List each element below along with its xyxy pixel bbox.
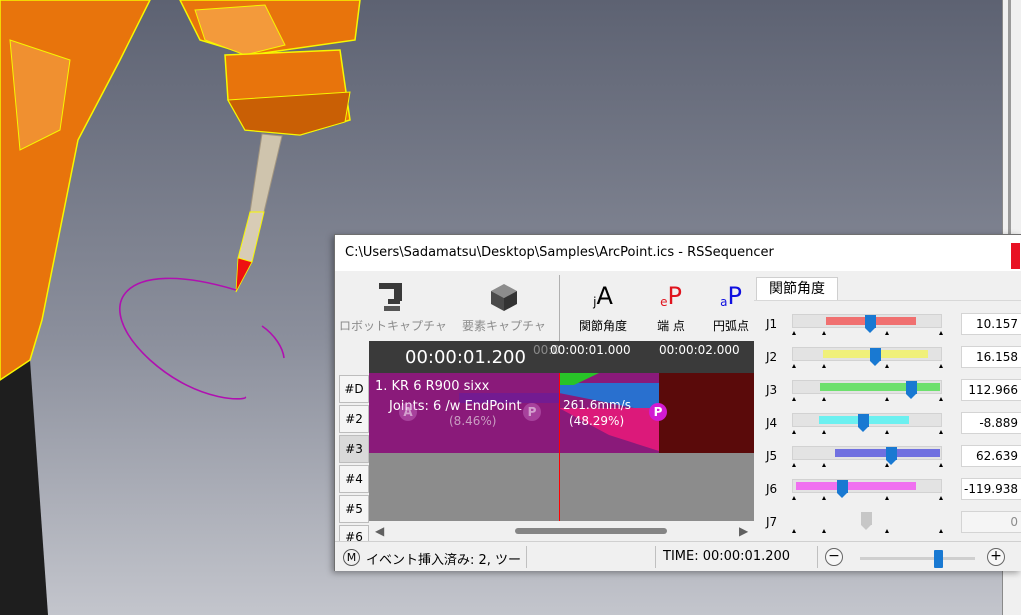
arc-point-label: 円弧点: [712, 319, 749, 333]
arc-path-curve: [119, 277, 246, 400]
robot-flange-shadow: [227, 91, 351, 136]
element-capture-label: 要素キャプチャ: [462, 319, 546, 333]
joint-slider-j7: [792, 512, 942, 530]
current-time: 00:00:01.200: [405, 347, 526, 368]
arc-path-tail: [261, 325, 285, 359]
toolbar: ロボットキャプチャ 要素キャプチャ jA 関節角度 eP 端 点 aP 円弧点: [335, 271, 755, 341]
row-button-d[interactable]: #D: [339, 375, 369, 403]
end-point-label: 端 点: [657, 319, 685, 333]
joint-limit-ticks: [792, 496, 943, 502]
timeline-panel: 00:00:01.200 00:0 00:00:01.000 00:00:02.…: [335, 341, 755, 543]
arc-point-button[interactable]: aP 円弧点: [707, 271, 755, 341]
joint-slider-j3[interactable]: [792, 380, 942, 399]
ghost-point-marker: P: [523, 403, 541, 421]
scroll-left-icon[interactable]: ◀: [375, 524, 384, 538]
joint-value-field[interactable]: 16.158: [961, 346, 1021, 368]
ruler-tick-2: 00:00:02.000: [659, 343, 740, 357]
joint-row-j6: J6 -119.938: [754, 472, 1021, 505]
horizontal-scrollbar[interactable]: ◀ ▶: [369, 521, 754, 541]
playhead[interactable]: [559, 373, 560, 521]
close-button[interactable]: [1011, 243, 1020, 269]
joint-row-j7: J7 0: [754, 505, 1021, 538]
point-marker[interactable]: P: [649, 403, 667, 421]
window-title[interactable]: C:\Users\Sadamatsu\Desktop\Samples\ArcPo…: [335, 235, 1021, 271]
scroll-thumb[interactable]: [515, 528, 667, 534]
rssequencer-window[interactable]: C:\Users\Sadamatsu\Desktop\Samples\ArcPo…: [334, 234, 1021, 571]
joint-row-j5: J5 62.639: [754, 439, 1021, 472]
zoom-out-button[interactable]: −: [825, 548, 843, 566]
joint-range-fill: [796, 482, 916, 490]
joint-slider-j6[interactable]: [792, 479, 942, 498]
toolbar-separator: [559, 275, 560, 343]
joint-label: J1: [766, 317, 778, 331]
joint-row-j1: J1 10.157: [754, 307, 1021, 340]
joint-label: J7: [766, 515, 778, 529]
robot-capture-label: ロボットキャプチャ: [339, 319, 447, 333]
joint-row-j4: J4 -8.889: [754, 406, 1021, 439]
joint-row-j3: J3 112.966: [754, 373, 1021, 406]
joint-slider-j1[interactable]: [792, 314, 942, 333]
joint-value-field[interactable]: 112.966: [961, 379, 1021, 401]
joint-value-field[interactable]: -119.938: [961, 478, 1021, 500]
ghost-arc-marker: A: [399, 403, 417, 421]
joint-limit-ticks: [792, 331, 943, 337]
robot-base-shape: [0, 360, 48, 615]
scroll-right-icon[interactable]: ▶: [739, 524, 748, 538]
zoom-slider-thumb[interactable]: [934, 550, 943, 568]
joint-limit-ticks: [792, 364, 943, 370]
joint-label: J2: [766, 350, 778, 364]
track-area[interactable]: 1. KR 6 R900 sixx Joints: 6 /w EndPoint …: [369, 373, 754, 521]
joint-panel: 関節角度 J1 10.157 J2 16.158 J3 112.966 J4 -8.889 J5…: [754, 271, 1021, 541]
joint-limit-ticks: [792, 529, 943, 535]
cube-icon: [491, 284, 517, 311]
zoom-in-button[interactable]: +: [987, 548, 1005, 566]
track-speed: 261.6mm/s: [563, 398, 632, 412]
zoom-slider[interactable]: [860, 557, 975, 560]
end-point-button[interactable]: eP 端 点: [645, 271, 697, 341]
track-ghost-pct: (8.46%): [449, 414, 497, 428]
joint-label: J6: [766, 482, 778, 496]
joint-slider-j2[interactable]: [792, 347, 942, 366]
element-capture-button[interactable]: 要素キャプチャ: [457, 271, 551, 341]
joint-value-field[interactable]: 10.157: [961, 313, 1021, 335]
row-button-3[interactable]: #3: [339, 435, 369, 463]
joint-limit-ticks: [792, 463, 943, 469]
status-time: TIME: 00:00:01.200: [663, 549, 791, 564]
arc-point-icon: aP: [720, 282, 742, 310]
joint-label: J5: [766, 449, 778, 463]
joint-label: J3: [766, 383, 778, 397]
track-speed-pct: (48.29%): [569, 414, 625, 428]
row-button-4[interactable]: #4: [339, 465, 369, 493]
robot-capture-button[interactable]: ロボットキャプチャ: [339, 271, 447, 341]
track-row[interactable]: 1. KR 6 R900 sixx Joints: 6 /w EndPoint …: [369, 373, 754, 453]
joint-value-field[interactable]: -8.889: [961, 412, 1021, 434]
joint-range-fill: [820, 383, 940, 391]
joint-slider-j5[interactable]: [792, 446, 942, 465]
joint-angle-label: 関節角度: [578, 319, 627, 333]
joint-angle-button[interactable]: jA 関節角度: [569, 271, 637, 341]
status-bar: M イベント挿入済み: 2, ツーリ TIME: 00:00:01.200 − …: [335, 541, 1021, 571]
tool-tip-point: [235, 257, 253, 293]
joint-value-field: 0: [961, 511, 1021, 533]
tool-tip-sleeve: [237, 211, 265, 263]
mode-icon[interactable]: M: [343, 549, 360, 566]
ruler-tick-1: 00:00:01.000: [550, 343, 631, 357]
joint-slider-j4[interactable]: [792, 413, 942, 432]
row-button-5[interactable]: #5: [339, 495, 369, 523]
row-button-2[interactable]: #2: [339, 405, 369, 433]
track-title: 1. KR 6 R900 sixx: [375, 379, 490, 394]
joint-label: J4: [766, 416, 778, 430]
tool-shaft: [249, 133, 283, 213]
status-message: イベント挿入済み: 2, ツーリ: [366, 553, 522, 568]
tab-joint-angle[interactable]: 関節角度: [756, 277, 838, 301]
joint-angle-icon: jA: [593, 282, 613, 310]
joint-limit-ticks: [792, 430, 943, 436]
joint-row-j2: J2 16.158: [754, 340, 1021, 373]
joint-value-field[interactable]: 62.639: [961, 445, 1021, 467]
robot-arm-icon: [379, 283, 402, 311]
end-point-icon: eP: [660, 282, 682, 310]
time-ruler[interactable]: 00:00:01.200 00:0 00:00:01.000 00:00:02.…: [369, 341, 754, 373]
joint-limit-ticks: [792, 397, 943, 403]
